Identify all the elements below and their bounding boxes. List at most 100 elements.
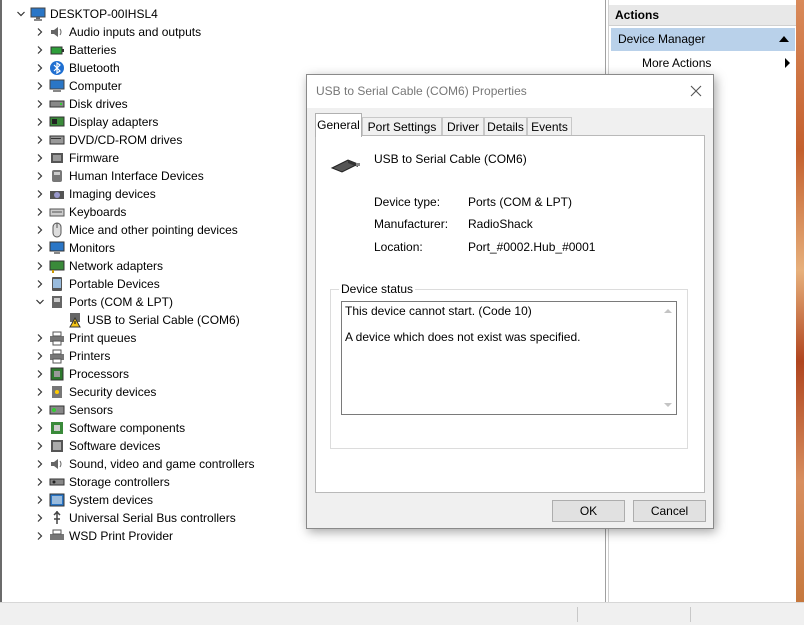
chevron-right-icon[interactable] — [31, 509, 49, 527]
tree-category-row[interactable]: Firmware — [31, 149, 119, 167]
chevron-right-icon[interactable] — [31, 167, 49, 185]
display-adapter-icon — [49, 114, 65, 130]
close-icon[interactable] — [687, 82, 705, 100]
tree-category-row[interactable]: Keyboards — [31, 203, 126, 221]
keyboard-icon — [49, 204, 65, 220]
tab-details[interactable]: Details — [484, 117, 527, 136]
ok-button[interactable]: OK — [552, 500, 625, 522]
tree-item-label: Display adapters — [69, 115, 159, 129]
chevron-right-icon[interactable] — [31, 329, 49, 347]
chevron-right-icon[interactable] — [31, 347, 49, 365]
device-status-textbox[interactable]: This device cannot start. (Code 10) A de… — [341, 301, 677, 415]
tree-category-row[interactable]: Human Interface Devices — [31, 167, 204, 185]
chevron-right-icon[interactable] — [31, 275, 49, 293]
chevron-right-icon[interactable] — [31, 437, 49, 455]
hid-icon — [49, 168, 65, 184]
chevron-right-icon[interactable] — [31, 473, 49, 491]
tree-category-row[interactable]: Sensors — [31, 401, 113, 419]
tree-category-row[interactable]: Universal Serial Bus controllers — [31, 509, 236, 527]
tree-category-row[interactable]: Storage controllers — [31, 473, 170, 491]
tree-root[interactable]: DESKTOP-00IHSL4 — [12, 5, 158, 23]
printer-icon — [49, 348, 65, 364]
tree-category-row[interactable]: Sound, video and game controllers — [31, 455, 254, 473]
dialog-title-bar[interactable]: USB to Serial Cable (COM6) Properties — [307, 75, 713, 108]
tree-category-row[interactable]: Ports (COM & LPT) — [31, 293, 173, 311]
chevron-right-icon[interactable] — [31, 59, 49, 77]
chevron-right-icon[interactable] — [31, 185, 49, 203]
chevron-right-icon[interactable] — [31, 527, 49, 545]
chevron-right-icon[interactable] — [31, 491, 49, 509]
tree-category-row[interactable]: Computer — [31, 77, 122, 95]
tree-item-label: Printers — [69, 349, 111, 363]
chevron-right-icon[interactable] — [31, 203, 49, 221]
device-status-title: Device status — [339, 282, 416, 296]
tree-item-label: Universal Serial Bus controllers — [69, 511, 236, 525]
tree-category-row[interactable]: Imaging devices — [31, 185, 156, 203]
chevron-right-icon[interactable] — [31, 401, 49, 419]
system-device-icon — [49, 492, 65, 508]
tree-category-row[interactable]: Monitors — [31, 239, 115, 257]
chevron-down-icon[interactable] — [31, 293, 49, 311]
tree-item-label: Disk drives — [69, 97, 128, 111]
tree-category-row[interactable]: System devices — [31, 491, 153, 509]
tree-category-row[interactable]: Bluetooth — [31, 59, 120, 77]
tree-category-row[interactable]: Portable Devices — [31, 275, 160, 293]
chevron-right-icon[interactable] — [31, 131, 49, 149]
background-window-strip — [796, 0, 804, 602]
chevron-right-icon[interactable] — [31, 221, 49, 239]
processor-icon — [49, 366, 65, 382]
tree-item-label: Batteries — [69, 43, 117, 57]
chevron-right-icon[interactable] — [31, 365, 49, 383]
collapse-up-icon[interactable] — [779, 36, 789, 42]
printer-icon — [49, 330, 65, 346]
software-component-icon — [49, 420, 65, 436]
disk-drive-icon — [49, 96, 65, 112]
scroll-down-icon[interactable] — [664, 403, 672, 407]
tree-item-label: Software components — [69, 421, 186, 435]
usb-icon — [49, 510, 65, 526]
tree-category-row[interactable]: Batteries — [31, 41, 116, 59]
tab-events[interactable]: Events — [527, 117, 572, 136]
chevron-right-icon[interactable] — [31, 149, 49, 167]
chevron-right-icon[interactable] — [31, 257, 49, 275]
scroll-up-icon[interactable] — [664, 309, 672, 313]
tree-category-row[interactable]: Printers — [31, 347, 110, 365]
tab-general[interactable]: General — [315, 113, 362, 137]
tree-category-row[interactable]: WSD Print Provider — [31, 527, 173, 545]
tree-category-row[interactable]: Security devices — [31, 383, 156, 401]
wsd-icon — [49, 528, 65, 544]
tab-port-settings[interactable]: Port Settings — [362, 117, 442, 136]
tree-category-row[interactable]: Network adapters — [31, 257, 163, 275]
tree-category-row[interactable]: Mice and other pointing devices — [31, 221, 238, 239]
chevron-right-icon[interactable] — [31, 455, 49, 473]
chevron-right-icon[interactable] — [31, 419, 49, 437]
chevron-right-icon[interactable] — [31, 41, 49, 59]
chevron-right-icon[interactable] — [31, 95, 49, 113]
actions-device-manager[interactable]: Device Manager — [611, 28, 795, 51]
cancel-button[interactable]: Cancel — [633, 500, 706, 522]
chevron-right-icon[interactable] — [31, 113, 49, 131]
tree-category-row[interactable]: Disk drives — [31, 95, 128, 113]
tree-item-label: Software devices — [69, 439, 161, 453]
monitor-icon — [49, 240, 65, 256]
tree-category-row[interactable]: Print queues — [31, 329, 136, 347]
tree-category-row[interactable]: Processors — [31, 365, 129, 383]
tree-category-row[interactable]: Software components — [31, 419, 185, 437]
status-separator — [577, 607, 578, 622]
tree-category-row[interactable]: Display adapters — [31, 113, 158, 131]
tree-device-row[interactable]: USB to Serial Cable (COM6) — [49, 311, 240, 329]
general-tab-page: USB to Serial Cable (COM6) Device type: … — [315, 135, 705, 493]
chevron-right-icon[interactable] — [31, 23, 49, 41]
tree-category-row[interactable]: DVD/CD-ROM drives — [31, 131, 182, 149]
tab-driver[interactable]: Driver — [442, 117, 484, 136]
battery-icon — [49, 42, 65, 58]
tree-category-row[interactable]: Software devices — [31, 437, 160, 455]
status-scrollbar[interactable] — [659, 302, 676, 414]
more-actions-item[interactable]: More Actions — [611, 53, 795, 74]
properties-dialog: USB to Serial Cable (COM6) Properties Ge… — [306, 74, 714, 529]
chevron-down-icon[interactable] — [12, 5, 30, 23]
chevron-right-icon[interactable] — [31, 239, 49, 257]
tree-category-row[interactable]: Audio inputs and outputs — [31, 23, 201, 41]
chevron-right-icon[interactable] — [31, 383, 49, 401]
chevron-right-icon[interactable] — [31, 77, 49, 95]
